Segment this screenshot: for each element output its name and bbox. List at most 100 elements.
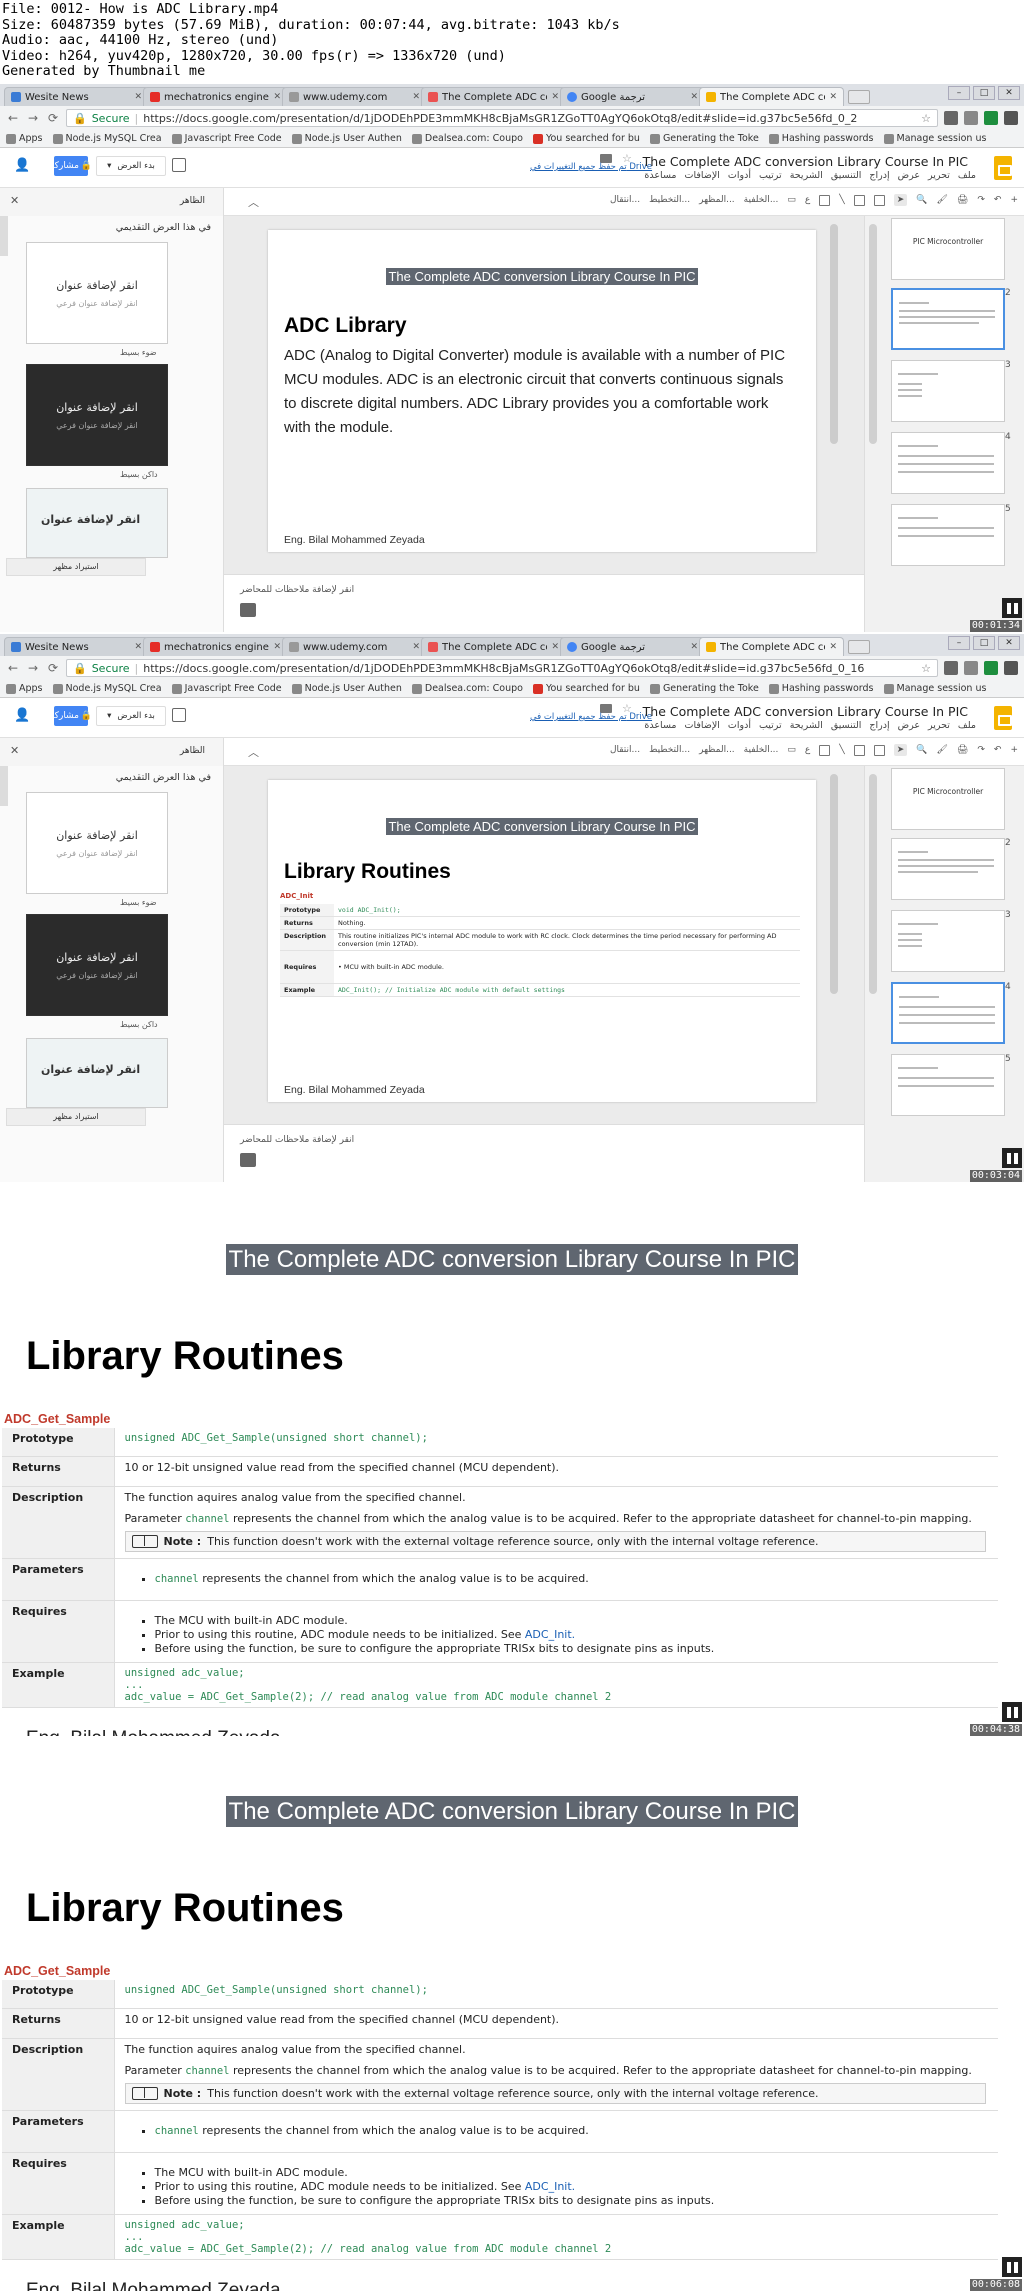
bookmark-apps[interactable]: Apps bbox=[6, 133, 43, 144]
save-status-link[interactable]: تم حفظ جميع التغييرات في Drive bbox=[530, 712, 652, 722]
select-icon[interactable]: ➤ bbox=[893, 744, 908, 756]
undo-icon[interactable]: ↶ bbox=[994, 745, 1002, 755]
slide-thumbnail[interactable] bbox=[891, 504, 1005, 566]
comment-icon[interactable] bbox=[172, 158, 186, 172]
tab-adc-course-slides[interactable]: The Complete ADC conv✕ bbox=[699, 87, 844, 106]
close-icon[interactable]: ✕ bbox=[273, 92, 281, 102]
bookmark-item[interactable]: Node.js MySQL Crea bbox=[52, 133, 162, 144]
theme-simple-dark[interactable]: انقر لإضافة عنوان انقر لإضافة عنوان فرعي bbox=[26, 914, 168, 1016]
theme-button[interactable]: المظهر... bbox=[699, 195, 735, 205]
theme-simple-dark[interactable]: انقر لإضافة عنوان انقر لإضافة عنوان فرعي bbox=[26, 364, 168, 466]
present-button[interactable]: ▾ بدء العرض bbox=[96, 156, 166, 176]
tab-mechatronics[interactable]: mechatronics engineerin✕ bbox=[143, 87, 288, 106]
layout-button[interactable]: التخطيط... bbox=[649, 195, 690, 205]
textbox-icon[interactable] bbox=[873, 194, 885, 206]
slide-thumbnail[interactable] bbox=[891, 1054, 1005, 1116]
extension-icon[interactable] bbox=[984, 111, 998, 125]
reload-icon[interactable]: ⟳ bbox=[46, 111, 60, 125]
close-icon[interactable]: ✕ bbox=[829, 92, 837, 102]
slide-thumbnail[interactable]: PIC Microcontroller bbox=[891, 218, 1005, 280]
slide-thumbnail[interactable]: PIC Microcontroller bbox=[891, 768, 1005, 830]
background-button[interactable]: الخلفية... bbox=[744, 745, 779, 755]
new-tab-button[interactable] bbox=[848, 640, 870, 654]
document-title[interactable]: The Complete ADC conversion Library Cour… bbox=[643, 704, 968, 719]
maximize-button[interactable]: □ bbox=[973, 636, 995, 650]
extension-icon[interactable] bbox=[964, 111, 978, 125]
menu-arrange[interactable]: ترتيب bbox=[759, 720, 782, 731]
url-input[interactable]: 🔒 Secure | https://docs.google.com/presenta… bbox=[66, 659, 938, 677]
tab-adc-course-udemy[interactable]: The Complete ADC conv✕ bbox=[421, 87, 566, 106]
print-icon[interactable]: 🖨 bbox=[957, 195, 968, 205]
image-icon[interactable] bbox=[853, 194, 865, 206]
theme-simple-light[interactable]: انقر لإضافة عنوان انقر لإضافة عنوان فرعي bbox=[26, 792, 168, 894]
tab-mechatronics[interactable]: mechatronics engineerin✕ bbox=[143, 637, 288, 656]
menu-view[interactable]: عرض bbox=[898, 720, 920, 731]
bookmark-item[interactable]: Manage session us bbox=[883, 683, 986, 694]
tab-udemy[interactable]: www.udemy.com ✕ bbox=[282, 637, 427, 656]
bookmark-item[interactable]: Generating the Toke bbox=[649, 683, 759, 694]
slides-logo-icon[interactable] bbox=[994, 706, 1012, 730]
minimize-button[interactable]: – bbox=[948, 86, 970, 100]
close-icon[interactable]: ✕ bbox=[690, 92, 698, 102]
bookmark-item[interactable]: Javascript Free Code bbox=[171, 683, 282, 694]
redo-icon[interactable]: ↷ bbox=[977, 745, 985, 755]
scrollbar[interactable] bbox=[0, 766, 8, 806]
scrollbar[interactable] bbox=[830, 224, 838, 444]
paint-format-icon[interactable]: 🖌 bbox=[936, 195, 947, 205]
slide[interactable]: The Complete ADC conversion Library Cour… bbox=[268, 230, 816, 552]
menu-insert[interactable]: إدراج bbox=[869, 720, 889, 731]
minimize-button[interactable]: – bbox=[948, 636, 970, 650]
present-button[interactable]: ▾ بدء العرض bbox=[96, 706, 166, 726]
avatar[interactable]: 👤 bbox=[14, 158, 38, 176]
slide-thumbnail[interactable] bbox=[891, 910, 1005, 972]
slide-thumbnail[interactable] bbox=[891, 432, 1005, 494]
close-icon[interactable]: ✕ bbox=[690, 642, 698, 652]
explore-icon[interactable] bbox=[240, 1153, 256, 1167]
theme-streamline[interactable]: انقر لإضافة عنوان bbox=[26, 1038, 168, 1108]
menu-tools[interactable]: أدوات bbox=[728, 720, 751, 731]
image-icon[interactable] bbox=[853, 744, 865, 756]
tab-google-translate[interactable]: Google ترجمة ✕ bbox=[560, 637, 705, 656]
menu-icon[interactable] bbox=[1004, 111, 1018, 125]
close-icon[interactable]: ✕ bbox=[10, 744, 19, 757]
back-icon[interactable]: ← bbox=[6, 111, 20, 125]
menu-edit[interactable]: تحرير bbox=[928, 720, 950, 731]
zoom-icon[interactable]: 🔍 bbox=[916, 745, 927, 755]
reload-icon[interactable]: ⟳ bbox=[46, 661, 60, 675]
menu-edit[interactable]: تحرير bbox=[928, 170, 950, 181]
menu-help[interactable]: مساعدة bbox=[644, 720, 676, 731]
close-icon[interactable]: ✕ bbox=[412, 92, 420, 102]
extension-icon[interactable] bbox=[944, 111, 958, 125]
menu-file[interactable]: ملف bbox=[958, 720, 976, 731]
menu-format[interactable]: التنسيق bbox=[831, 720, 862, 731]
explore-icon[interactable] bbox=[240, 603, 256, 617]
add-slide-icon[interactable]: + bbox=[1010, 195, 1018, 205]
import-theme-button[interactable]: استيراد مظهر bbox=[6, 558, 146, 576]
bookmark-item[interactable]: Manage session us bbox=[883, 133, 986, 144]
bookmark-item[interactable]: Hashing passwords bbox=[768, 133, 874, 144]
menu-view[interactable]: عرض bbox=[898, 170, 920, 181]
comment-add-icon[interactable]: ▭ bbox=[787, 745, 796, 755]
tab-website-news[interactable]: Wesite News ✕ bbox=[4, 87, 149, 106]
menu-slide[interactable]: الشريحة bbox=[790, 720, 823, 731]
menu-addons[interactable]: الإضافات bbox=[685, 720, 720, 731]
document-title[interactable]: The Complete ADC conversion Library Cour… bbox=[643, 154, 968, 169]
tab-website-news[interactable]: Wesite News ✕ bbox=[4, 637, 149, 656]
slide-thumbnail[interactable] bbox=[891, 288, 1005, 350]
text-color-icon[interactable]: ع bbox=[805, 745, 810, 755]
back-icon[interactable]: ← bbox=[6, 661, 20, 675]
menu-file[interactable]: ملف bbox=[958, 170, 976, 181]
scrollbar[interactable] bbox=[0, 216, 8, 256]
slide-thumbnail[interactable] bbox=[891, 838, 1005, 900]
forward-icon[interactable]: → bbox=[26, 661, 40, 675]
transition-button[interactable]: انتقال... bbox=[610, 745, 640, 755]
zoom-icon[interactable]: 🔍 bbox=[916, 195, 927, 205]
shape-icon[interactable] bbox=[819, 744, 831, 756]
avatar[interactable]: 👤 bbox=[14, 708, 38, 726]
add-slide-icon[interactable]: + bbox=[1010, 745, 1018, 755]
close-icon[interactable]: ✕ bbox=[134, 642, 142, 652]
tab-google-translate[interactable]: Google ترجمة ✕ bbox=[560, 87, 705, 106]
close-icon[interactable]: ✕ bbox=[273, 642, 281, 652]
new-tab-button[interactable] bbox=[848, 90, 870, 104]
menu-insert[interactable]: إدراج bbox=[869, 170, 889, 181]
